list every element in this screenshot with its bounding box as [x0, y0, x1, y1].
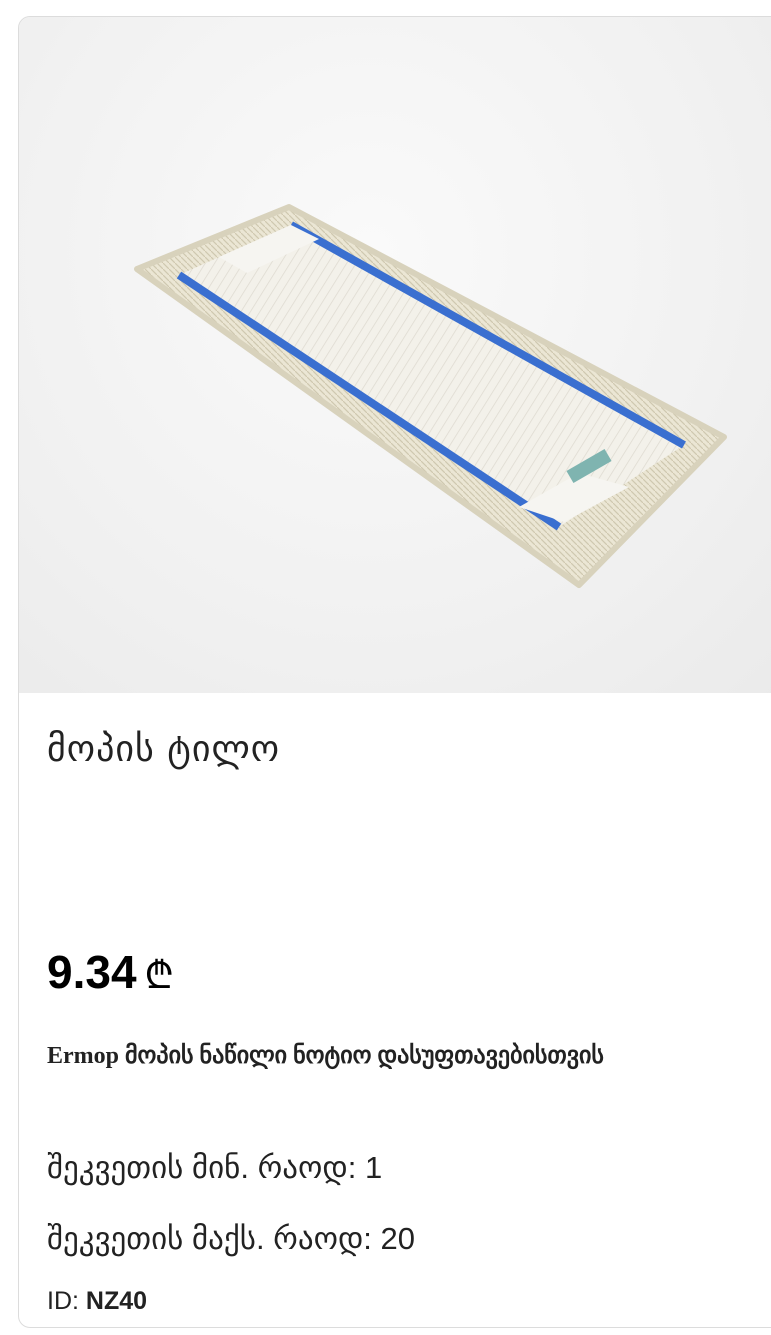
product-card[interactable]: მოპის ტილო 9.34 ₾ Ermop მოპის ნაწილი ნოტი…	[18, 16, 771, 1328]
product-id: ID: NZ40	[47, 1287, 147, 1316]
currency-symbol: ₾	[144, 955, 174, 997]
mop-pad-shape	[134, 204, 727, 588]
product-price: 9.34 ₾	[47, 945, 174, 1000]
product-title[interactable]: მოპის ტილო	[47, 729, 280, 770]
max-order-quantity: შეკვეთის მაქს. რაოდ: 20	[47, 1221, 416, 1256]
price-value: 9.34	[47, 946, 137, 998]
min-order-quantity: შეკვეთის მინ. რაოდ: 1	[47, 1150, 383, 1185]
product-id-label: ID:	[47, 1287, 79, 1315]
product-image[interactable]	[19, 17, 771, 693]
product-id-value: NZ40	[85, 1287, 148, 1315]
mop-pad-illustration	[134, 204, 727, 588]
product-description: Ermop მოპის ნაწილი ნოტიო დასუფთავებისთვი…	[47, 1043, 604, 1069]
